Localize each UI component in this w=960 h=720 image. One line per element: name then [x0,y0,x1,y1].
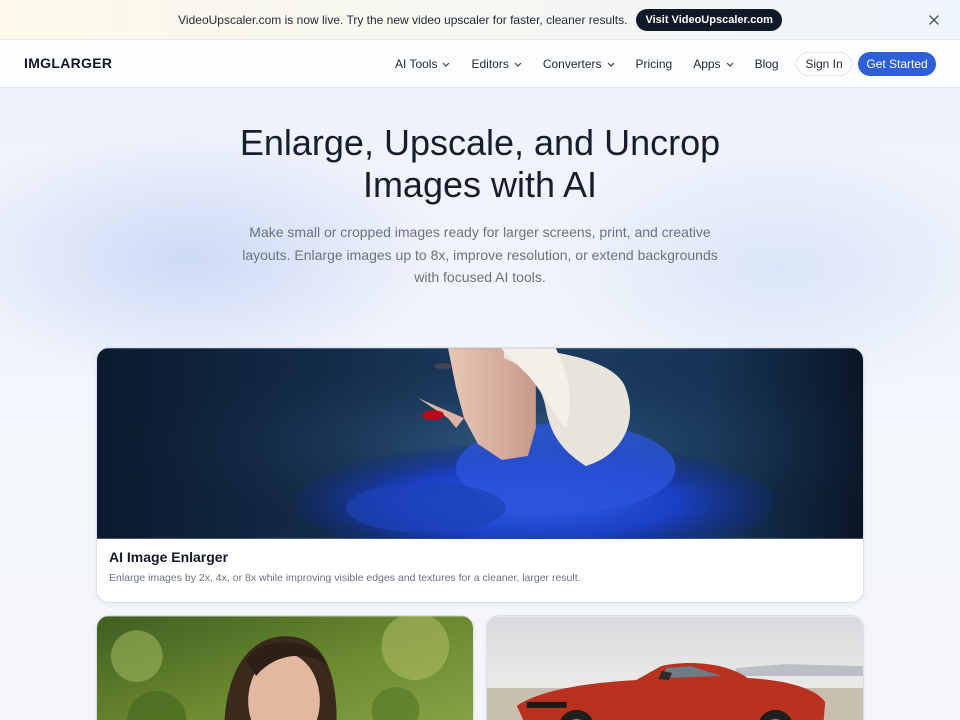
tool-card-ai-image-enlarger[interactable]: AI Image Enlarger Enlarge images by 2x, … [96,347,864,603]
announcement-bar: VideoUpscaler.com is now live. Try the n… [0,0,960,40]
nav-label: Converters [542,57,602,71]
tool-card-preview-left[interactable] [96,615,474,720]
card-title: AI Image Enlarger [109,549,229,565]
portrait-green-image [97,616,473,720]
tool-card-preview-right[interactable] [486,615,864,720]
logo[interactable]: IMGLARGER [24,55,112,71]
visit-videoupscaler-button[interactable]: Visit VideoUpscaler.com [636,8,782,31]
hero-title-line-1: Enlarge, Upscale, and Uncrop [239,122,721,163]
get-started-button[interactable]: Get Started [858,52,936,76]
nav-pricing[interactable]: Pricing [636,57,673,71]
portrait-image [97,348,863,539]
hero-subtitle: Make small or cropped images ready for l… [242,224,718,285]
main-nav: AI Tools Editors Converters Pricing Apps… [395,40,800,88]
hero-title-line-2: Images with AI [362,164,598,205]
nav-label: AI Tools [395,57,438,71]
nav-label: Blog [754,57,779,71]
chevron-down-icon [514,62,522,67]
announcement-text: VideoUpscaler.com is now live. Try the n… [178,12,628,27]
car-image [487,616,863,720]
nav-blog[interactable]: Blog [755,57,779,71]
hero-title: Enlarge, Upscale, and Uncrop Images with… [0,122,960,206]
nav-editors[interactable]: Editors [471,57,522,71]
chevron-down-icon [726,62,734,67]
nav-label: Editors [471,57,509,71]
chevron-down-icon [442,62,450,67]
nav-ai-tools[interactable]: AI Tools [395,57,450,71]
nav-label: Apps [693,57,721,71]
chevron-down-icon [607,62,615,67]
sign-in-button[interactable]: Sign In [796,52,852,76]
card-description: Enlarge images by 2x, 4x, or 8x while im… [109,572,581,584]
nav-apps[interactable]: Apps [693,57,733,71]
nav-converters[interactable]: Converters [543,57,615,71]
nav-label: Pricing [635,57,673,71]
close-icon[interactable] [926,12,942,28]
